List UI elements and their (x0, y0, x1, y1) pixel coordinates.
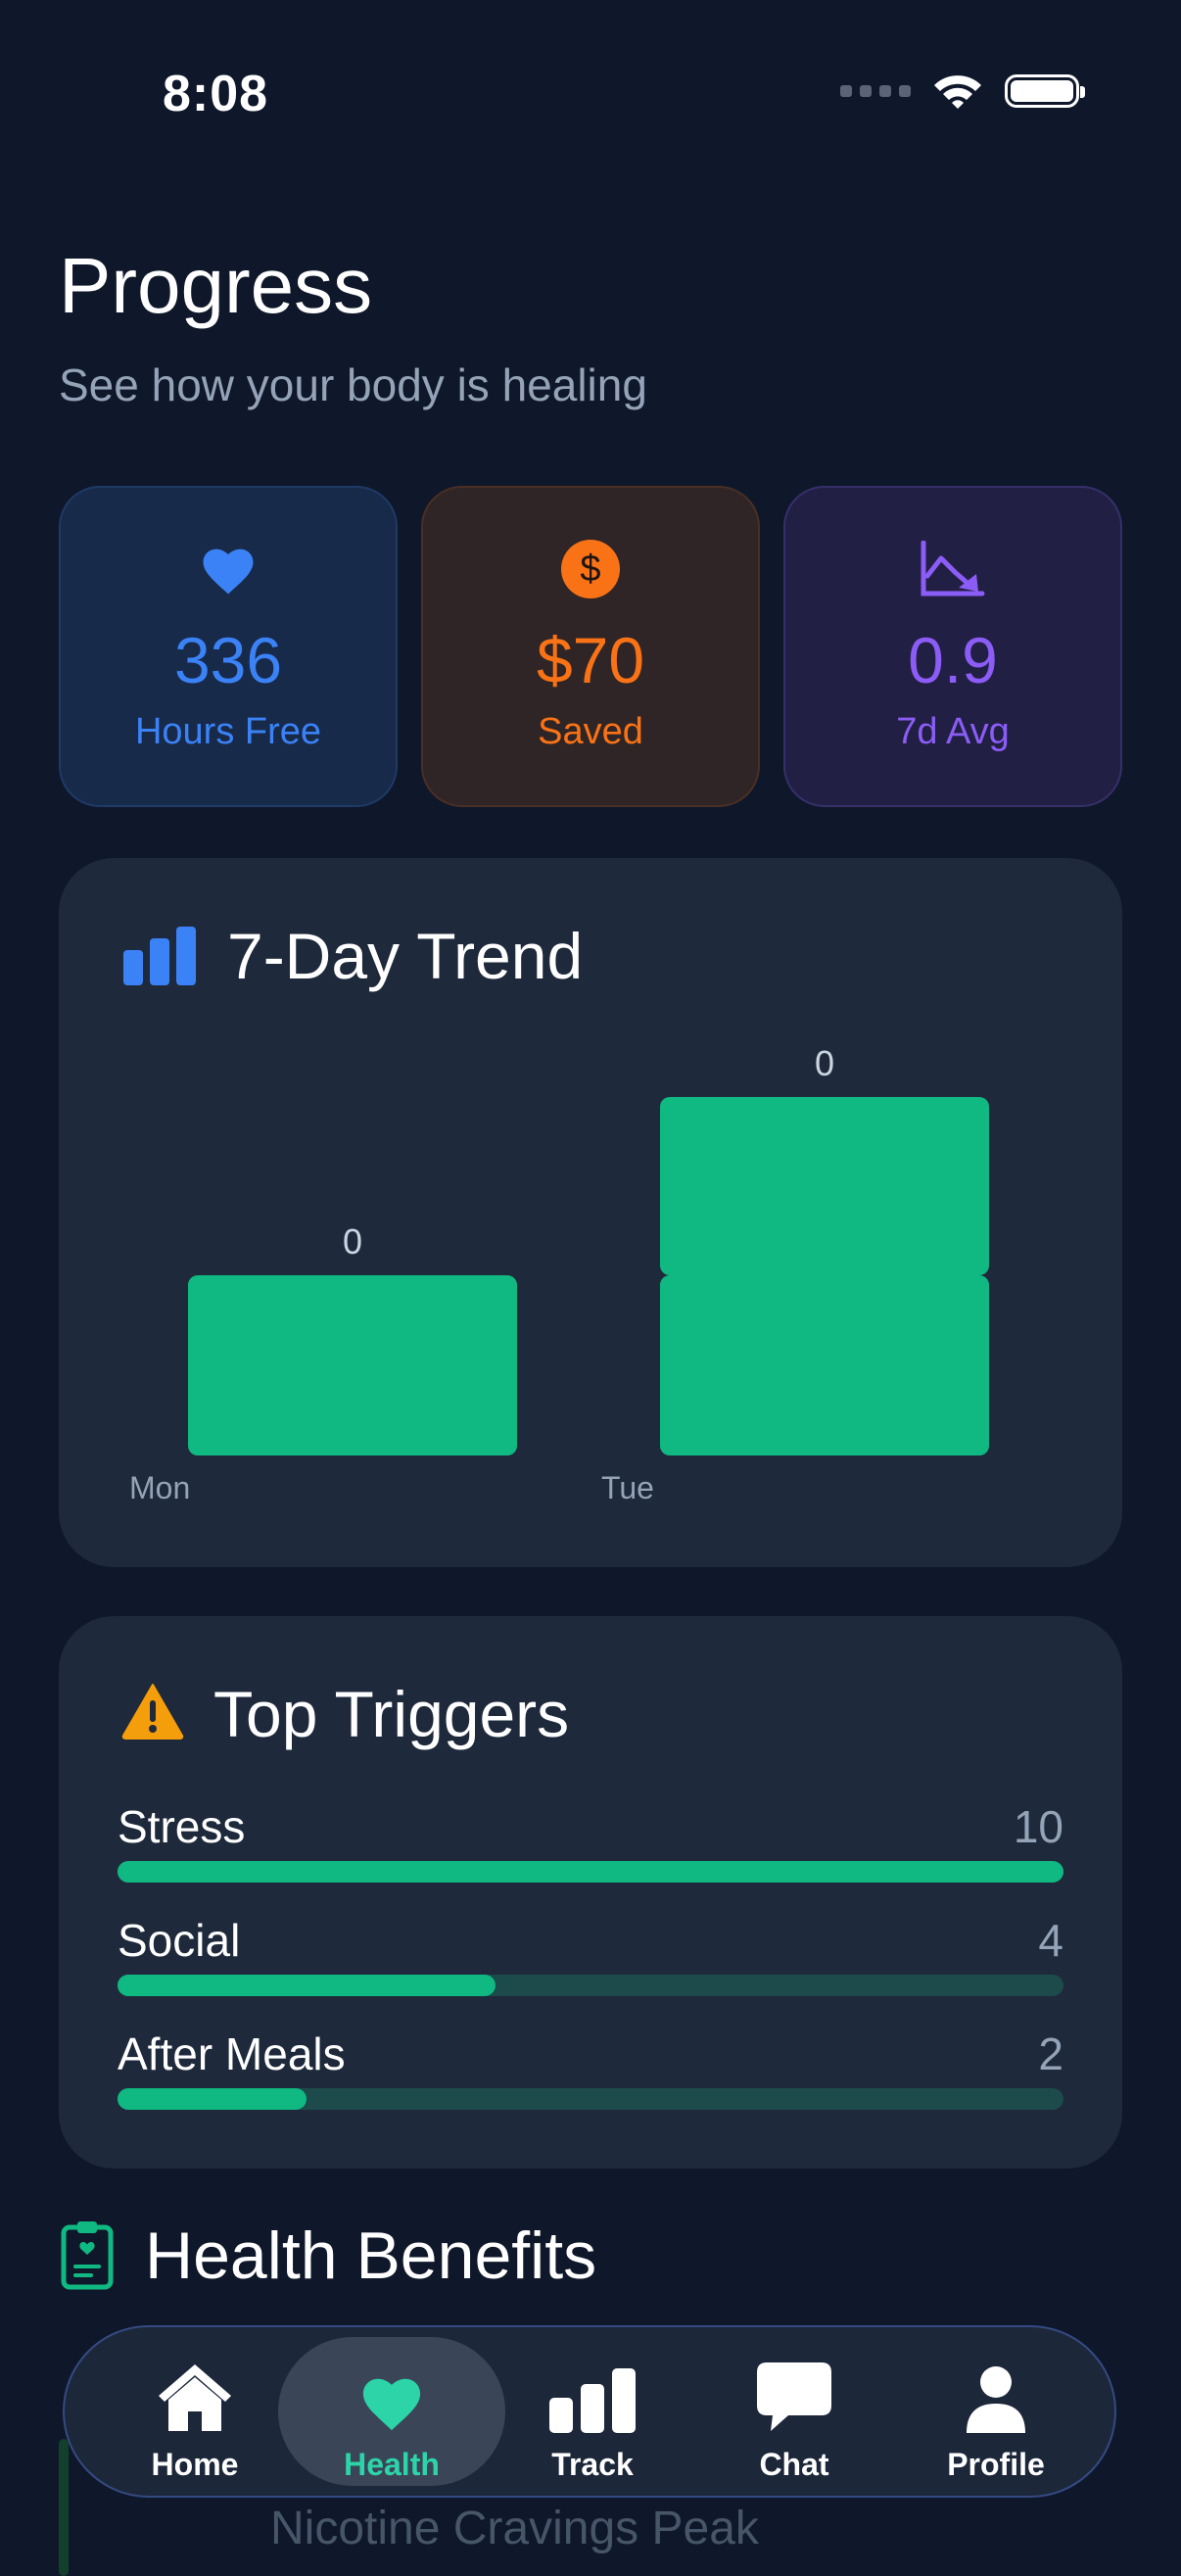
status-time: 8:08 (163, 66, 269, 122)
money-saved-value: $70 (536, 624, 645, 696)
trigger-name: Social (118, 1915, 241, 1966)
chart-bar-tue-segment-1 (660, 1275, 989, 1455)
cellular-signal-icon (840, 85, 911, 97)
home-icon (155, 2355, 235, 2433)
battery-icon (1005, 74, 1085, 108)
seven-day-avg-value: 0.9 (908, 624, 998, 696)
person-icon (965, 2355, 1027, 2433)
money-saved-label: Saved (538, 711, 643, 752)
trend-down-icon (920, 537, 986, 601)
trigger-count: 10 (1013, 1801, 1063, 1852)
chart-category-label: Tue (601, 1470, 654, 1505)
page-title: Progress (59, 242, 373, 329)
hours-free-label: Hours Free (134, 711, 322, 752)
trigger-bar-track (118, 1861, 1063, 1883)
bar-chart-icon (549, 2355, 636, 2433)
benefit-timeline-bar (59, 2439, 69, 2576)
trend-chart: 0 Mon 0 Tue (129, 1043, 989, 1505)
seven-day-avg-label: 7d Avg (896, 711, 1010, 752)
clipboard-heart-icon (61, 2219, 114, 2295)
triggers-title: Top Triggers (213, 1678, 570, 1750)
tab-track[interactable]: Track (492, 2337, 693, 2486)
tab-bar: Home Health Track Chat Profile (63, 2325, 1116, 2498)
tab-chat[interactable]: Chat (693, 2337, 895, 2486)
hours-free-card[interactable]: 336 Hours Free (59, 486, 398, 807)
chart-category-label: Mon (129, 1470, 190, 1505)
page-subtitle: See how your body is healing (59, 359, 647, 410)
money-saved-card[interactable]: $ $70 Saved (421, 486, 760, 807)
hours-free-value: 336 (173, 624, 283, 696)
seven-day-avg-card[interactable]: 0.9 7d Avg (783, 486, 1122, 807)
tab-label: Home (151, 2447, 239, 2482)
status-icons (840, 72, 1085, 110)
trigger-bar-track (118, 1975, 1063, 1996)
tab-label: Health (344, 2447, 440, 2482)
chart-bar-tue-segment-2 (660, 1097, 989, 1275)
trigger-bar-track (118, 2088, 1063, 2110)
trend-panel: 7-Day Trend 0 Mon 0 Tue (59, 858, 1122, 1567)
trigger-name: After Meals (118, 2028, 346, 2079)
trigger-count: 2 (1038, 2028, 1063, 2079)
chart-value-label: 0 (343, 1221, 362, 1262)
dollar-coin-icon: $ (561, 537, 620, 601)
tab-label: Profile (947, 2447, 1045, 2482)
benefits-title: Health Benefits (145, 2218, 597, 2293)
triggers-panel: Top Triggers Stress 10 Social 4 After Me… (59, 1616, 1122, 2169)
warning-icon (121, 1683, 184, 1744)
chat-bubble-icon (755, 2355, 833, 2433)
tab-home[interactable]: Home (94, 2337, 296, 2486)
chart-value-label: 0 (815, 1043, 834, 1083)
tab-profile[interactable]: Profile (895, 2337, 1097, 2486)
chart-bar-mon-segment-1 (188, 1275, 517, 1455)
trigger-name: Stress (118, 1801, 246, 1852)
tab-health[interactable]: Health (278, 2337, 505, 2486)
trigger-bar-fill (118, 1975, 496, 1996)
benefit-item-title[interactable]: Nicotine Cravings Peak (270, 2502, 759, 2555)
trigger-bar-fill (118, 1861, 1063, 1883)
trigger-count: 4 (1038, 1915, 1063, 1966)
heart-icon (356, 2355, 427, 2433)
tab-label: Chat (759, 2447, 829, 2482)
tab-label: Track (551, 2447, 634, 2482)
trigger-bar-fill (118, 2088, 307, 2110)
heart-icon (198, 537, 259, 601)
wifi-icon (934, 75, 981, 109)
